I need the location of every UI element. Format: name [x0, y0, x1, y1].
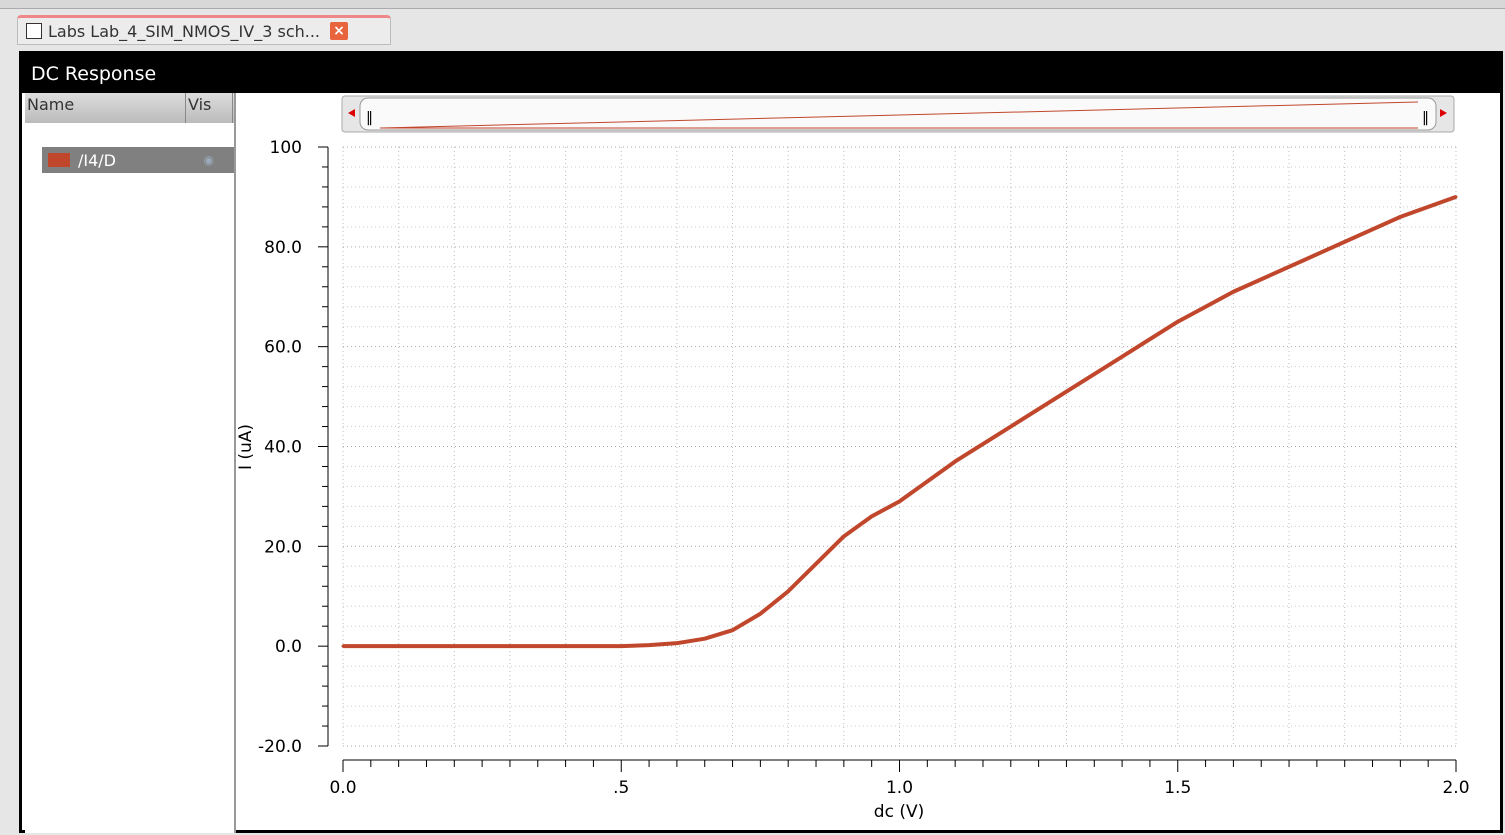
data-point: [842, 534, 846, 538]
x-tick-label: 0.0: [329, 778, 356, 798]
data-point: [814, 562, 818, 566]
data-point: [758, 612, 762, 616]
data-point: [898, 499, 901, 503]
data-point: [870, 514, 874, 518]
data-point: [619, 644, 623, 648]
data-point: [1064, 390, 1068, 394]
data-point: [675, 641, 679, 645]
data-point: [1120, 355, 1124, 359]
plot-area[interactable]: ‖ ‖ 100 80.0 60.0 40.0 20.0 0.0 -20.0 0.0 .5 1.0 1…: [0, 0, 1505, 835]
data-point: [564, 644, 568, 648]
x-scrollbar[interactable]: ‖ ‖: [341, 95, 1455, 133]
data-point: [1398, 215, 1402, 219]
y-tick-label: 80.0: [264, 238, 302, 258]
y-tick-label: -20.0: [258, 737, 302, 757]
data-point: [703, 637, 707, 641]
data-point: [731, 628, 735, 632]
data-point: [1343, 240, 1347, 244]
data-point: [647, 643, 651, 647]
x-tick-label: 1.0: [886, 778, 913, 798]
data-point: [1231, 290, 1235, 294]
y-tick-label: 100: [270, 138, 302, 158]
y-tick-label: 20.0: [264, 537, 302, 557]
left-handle-icon: ‖: [366, 110, 373, 126]
data-point: [452, 644, 456, 648]
y-axis-label: I (uA): [236, 424, 256, 470]
x-tick-label: .5: [613, 778, 629, 798]
data-point: [1009, 425, 1013, 429]
x-tick-label: 1.5: [1164, 778, 1191, 798]
y-tick-label: 40.0: [264, 438, 302, 458]
y-tick-label: 0.0: [275, 637, 302, 657]
data-point: [953, 459, 957, 463]
x-tick-label: 2.0: [1442, 778, 1469, 798]
right-handle-icon: ‖: [1422, 110, 1429, 126]
data-point: [341, 644, 345, 648]
series-line-/I4/D[interactable]: [343, 195, 1457, 649]
data-point: [1287, 265, 1291, 269]
data-point: [508, 644, 512, 648]
x-axis-label: dc (V): [874, 802, 924, 822]
data-point: [1454, 195, 1458, 199]
data-point: [786, 589, 790, 593]
y-tick-label: 60.0: [264, 338, 302, 358]
data-point: [397, 644, 401, 648]
data-point: [1176, 320, 1180, 324]
